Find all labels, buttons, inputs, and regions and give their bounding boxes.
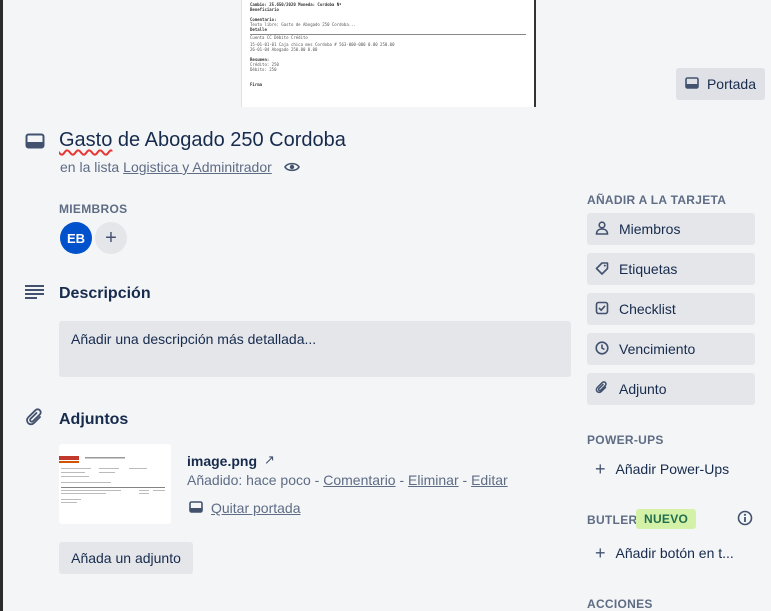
attachment-meta: Añadido: hace poco - Comentario - Elimin… <box>187 472 508 488</box>
sidebar-button-label: Miembros <box>619 221 681 237</box>
cover-button-label: Portada <box>706 76 757 92</box>
card-cover: Cambio: 25.650/2020 Moneda: Cordoba Nº Be… <box>3 0 771 107</box>
description-heading: Descripción <box>59 285 151 302</box>
avatar[interactable]: EB <box>60 222 92 254</box>
cover-doc-line: Firma <box>250 82 263 87</box>
description-input[interactable]: Añadir una descripción más detallada... <box>59 321 571 377</box>
powerups-heading: POWER-UPS <box>587 433 664 447</box>
new-badge: NUEVO <box>636 509 697 529</box>
cover-button[interactable]: Portada <box>676 68 765 100</box>
sidebar-button-due-date[interactable]: Vencimiento <box>587 333 755 365</box>
external-link-icon[interactable]: ↗ <box>264 452 275 468</box>
eye-icon[interactable] <box>283 161 300 173</box>
plus-icon: + <box>595 459 606 479</box>
description-icon <box>25 284 45 300</box>
cover-doc-line: Cuenta CC Débito Crédito <box>250 34 526 40</box>
comment-link[interactable]: Comentario <box>323 472 395 488</box>
list-link[interactable]: Logistica y Adminitrador <box>123 159 272 175</box>
list-info: en la lista Logistica y Adminitrador <box>60 159 300 175</box>
attachment-added-text: Añadido: hace poco <box>187 472 311 488</box>
info-icon[interactable] <box>736 509 754 527</box>
remove-cover-link[interactable]: Quitar portada <box>211 500 301 516</box>
sidebar-button-attachment[interactable]: Adjunto <box>587 373 755 405</box>
paperclip-icon <box>595 380 609 398</box>
card-title[interactable]: Gasto de Abogado 250 Cordoba <box>59 129 346 152</box>
sidebar-button-label: Adjunto <box>619 381 667 397</box>
add-butler-label: Añadir botón en t... <box>615 545 734 561</box>
sidebar-button-checklist[interactable]: Checklist <box>587 293 755 325</box>
tag-icon <box>595 261 609 278</box>
separator: - <box>395 472 409 488</box>
list-prefix: en la lista <box>60 159 120 175</box>
add-attachment-button[interactable]: Añada un adjunto <box>59 542 193 574</box>
delete-link[interactable]: Eliminar <box>408 472 459 488</box>
card-title-rest: de Abogado 250 Cordoba <box>112 129 346 151</box>
edit-link[interactable]: Editar <box>471 472 508 488</box>
remove-cover-row: Quitar portada <box>189 500 301 516</box>
cover-document-preview: Cambio: 25.650/2020 Moneda: Cordoba Nº Be… <box>241 0 536 107</box>
add-powerups-label: Añadir Power-Ups <box>615 461 730 477</box>
separator: - <box>310 472 324 488</box>
attachments-heading: Adjuntos <box>59 411 129 428</box>
cover-doc-line: Detalle <box>250 27 267 32</box>
card-detail: Gasto de Abogado 250 Cordoba en la lista… <box>3 107 771 611</box>
sidebar-button-labels[interactable]: Etiquetas <box>587 253 755 285</box>
card-icon <box>189 500 203 516</box>
actions-heading: ACCIONES <box>587 597 653 611</box>
add-member-button[interactable]: + <box>95 222 127 254</box>
plus-icon: + <box>595 543 606 563</box>
person-icon <box>595 220 609 238</box>
butler-heading: BUTLER <box>587 513 638 527</box>
card-icon <box>685 76 699 92</box>
clock-icon <box>595 340 609 358</box>
sidebar-button-label: Checklist <box>619 301 676 317</box>
add-to-card-heading: AÑADIR A LA TARJETA <box>587 193 727 207</box>
add-powerups-button[interactable]: + Añadir Power-Ups <box>587 453 755 485</box>
attachment-name[interactable]: image.png <box>187 453 257 469</box>
sidebar-button-label: Etiquetas <box>619 261 678 277</box>
attachment-thumbnail[interactable] <box>59 444 171 524</box>
card-title-misspelled-word: Gasto <box>59 129 113 151</box>
paperclip-icon <box>25 408 45 428</box>
members-heading: MIEMBROS <box>59 202 128 216</box>
add-butler-button[interactable]: + Añadir botón en t... <box>587 537 755 569</box>
card-title-icon <box>25 132 45 150</box>
checklist-icon <box>595 301 609 318</box>
sidebar-button-label: Vencimiento <box>619 341 696 357</box>
sidebar-button-members[interactable]: Miembros <box>587 213 755 245</box>
separator: - <box>458 472 472 488</box>
